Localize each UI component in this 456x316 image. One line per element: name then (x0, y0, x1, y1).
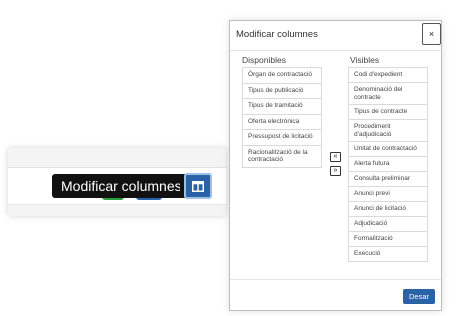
move-right-button[interactable]: » (330, 166, 341, 176)
available-heading: Disponibles (242, 55, 286, 65)
save-button[interactable]: Desar (402, 289, 435, 304)
columns-icon (192, 180, 204, 192)
dialog-footer: Desar (230, 279, 441, 310)
visible-column-item[interactable]: Adjudicació (348, 216, 428, 232)
modify-columns-dialog: Modificar columnes × Disponibles Visible… (229, 20, 442, 311)
available-column-item[interactable]: Racionalització de la contractació (242, 144, 322, 168)
visible-column-item[interactable]: Alerta futura (348, 156, 428, 172)
move-left-button[interactable]: « (330, 152, 341, 162)
visible-column-item[interactable]: Execució (348, 246, 428, 262)
modify-columns-button[interactable] (184, 173, 212, 199)
available-column-item[interactable]: Tipus de publicació (242, 82, 322, 99)
available-column-item[interactable]: Pressupost de licitació (242, 129, 322, 146)
table-body-strip (8, 205, 226, 216)
visible-column-item[interactable]: Consulta preliminar (348, 171, 428, 187)
available-column-item[interactable]: Tipus de tramitació (242, 98, 322, 115)
visible-column-item[interactable]: Anunci previ (348, 186, 428, 202)
available-column-item[interactable]: Oferta electrònica (242, 113, 322, 130)
available-column-item[interactable]: Òrgan de contractació (242, 67, 322, 84)
visible-column-item[interactable]: Anunci de licitació (348, 201, 428, 217)
visible-column-item[interactable]: Denominació del contracte (348, 82, 428, 105)
dialog-header: Modificar columnes × (230, 21, 441, 51)
close-button[interactable]: × (422, 23, 441, 45)
visible-column-item[interactable]: Formalització (348, 231, 428, 247)
visible-column-item[interactable]: Procediment d'adjudicació (348, 119, 428, 142)
tooltip: Modificar columnes (52, 174, 191, 198)
visible-column-item[interactable]: Unitat de contractació (348, 141, 428, 157)
visible-columns-list: Codi d'expedient Denominació del contrac… (348, 67, 428, 262)
table-header-strip (8, 148, 226, 168)
available-columns-list: Òrgan de contractació Tipus de publicaci… (242, 67, 322, 168)
visible-column-item[interactable]: Codi d'expedient (348, 67, 428, 83)
visible-heading: Visibles (350, 55, 380, 65)
visible-column-item[interactable]: Tipus de contracte (348, 104, 428, 120)
dialog-title: Modificar columnes (236, 29, 318, 40)
